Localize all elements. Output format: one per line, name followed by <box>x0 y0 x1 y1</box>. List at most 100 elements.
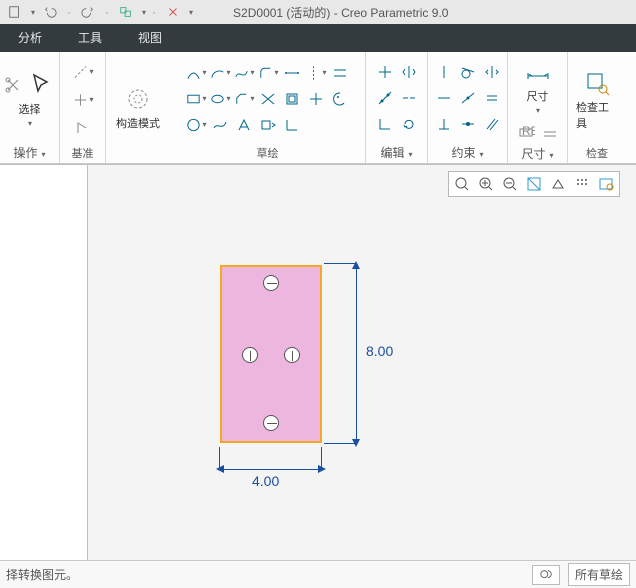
display-style-icon[interactable] <box>547 174 569 194</box>
sketch-tools-grid: ▾ ▾ ▾ ▾ ▾ ▾ ▾ ▾ ▾ <box>185 62 351 138</box>
trim-icon[interactable] <box>374 61 396 83</box>
ribbon: 选择 ▾ 操作 ▾ ▾ ▾ 基准 构造模式 ▾ ▾ ▾ <box>0 52 636 164</box>
inspect-label: 检查工具 <box>576 99 618 131</box>
symmetric-icon[interactable] <box>481 61 503 83</box>
separator: · <box>152 5 156 19</box>
ribbon-group-sketch: ▾ ▾ ▾ ▾ ▾ ▾ ▾ ▾ ▾ 草 <box>170 52 366 163</box>
perpendicular-icon[interactable] <box>433 113 455 135</box>
centerline2-icon[interactable]: ▾ <box>305 62 327 84</box>
dropdown-icon[interactable]: ▾ <box>31 8 35 17</box>
filter-dropdown[interactable]: 所有草绘 <box>568 563 630 586</box>
centerline-icon[interactable]: ▾ <box>72 61 94 83</box>
offset-icon[interactable] <box>329 62 351 84</box>
graphics-canvas[interactable]: 8.00 4.00 <box>88 164 636 560</box>
status-message: 择转换图元。 <box>6 566 78 583</box>
project-icon[interactable] <box>257 88 279 110</box>
menu-analysis[interactable]: 分析 <box>0 24 60 52</box>
work-area: 8.00 4.00 <box>0 164 636 560</box>
corner-icon[interactable] <box>374 113 396 135</box>
ribbon-group-edit: 编辑 ▾ <box>366 52 428 163</box>
sketch-circle-bottom[interactable] <box>263 415 279 431</box>
ribbon-group-operations: 选择 ▾ 操作 ▾ <box>0 52 60 163</box>
group-label-sketch: 草绘 <box>176 143 359 161</box>
equal-icon[interactable] <box>481 87 503 109</box>
zoom-fit-icon[interactable] <box>451 174 473 194</box>
spline-icon[interactable]: ▾ <box>233 62 255 84</box>
rectangle-icon[interactable]: ▾ <box>185 88 207 110</box>
ribbon-group-inspect: 检查工具 检查 <box>568 52 626 163</box>
dropdown-icon: ▾ <box>28 119 32 128</box>
sketch-circle-left[interactable] <box>242 347 258 363</box>
group-label-dim: 尺寸 <box>521 147 545 161</box>
tangent-icon[interactable] <box>457 61 479 83</box>
zoom-out-icon[interactable] <box>499 174 521 194</box>
ribbon-group-constrain: 约束 ▾ <box>428 52 508 163</box>
view-toolbar <box>448 171 620 197</box>
undo-icon[interactable] <box>39 1 61 23</box>
select-label-button[interactable]: 选择 ▾ <box>17 99 43 130</box>
divide-icon[interactable] <box>374 87 396 109</box>
find-button[interactable] <box>532 565 560 585</box>
spline2-icon[interactable] <box>209 114 231 136</box>
fillet-icon[interactable]: ▾ <box>257 62 279 84</box>
select-label: 选择 <box>19 101 41 117</box>
grid-icon[interactable] <box>571 174 593 194</box>
sketch-view-icon[interactable] <box>595 174 617 194</box>
coord2-icon[interactable] <box>281 114 303 136</box>
arc-icon[interactable]: ▾ <box>209 62 231 84</box>
dimension-button[interactable]: 尺寸▾ <box>522 56 554 117</box>
menu-tools[interactable]: 工具 <box>60 24 120 52</box>
select-button[interactable] <box>26 69 58 101</box>
status-bar: 择转换图元。 所有草绘 <box>0 560 636 588</box>
point-icon[interactable]: ▾ <box>72 89 94 111</box>
filter-label: 所有草绘 <box>575 566 623 583</box>
midpoint-icon[interactable] <box>457 87 479 109</box>
group-label-constrain: 约束 <box>451 146 475 160</box>
coord-icon[interactable] <box>72 117 94 139</box>
coincident-icon[interactable] <box>457 113 479 135</box>
close-icon[interactable] <box>162 1 184 23</box>
chamfer-icon[interactable]: ▾ <box>233 88 255 110</box>
quick-access-toolbar: ▾ · · ▾ · ▾ <box>4 1 193 23</box>
text-icon[interactable] <box>233 114 255 136</box>
dropdown-icon[interactable]: ▾ <box>189 8 193 17</box>
dimension-width-value[interactable]: 4.00 <box>252 473 279 489</box>
point2-icon[interactable] <box>305 88 327 110</box>
offset2-icon[interactable] <box>257 114 279 136</box>
construction-mode-button[interactable]: 构造模式 <box>114 83 162 133</box>
line-icon[interactable]: ▾ <box>185 62 207 84</box>
dropdown-icon[interactable]: ▾ <box>142 8 146 17</box>
delete-seg-icon[interactable] <box>398 87 420 109</box>
redo-icon[interactable] <box>77 1 99 23</box>
horizontal-icon[interactable] <box>433 87 455 109</box>
file-icon[interactable] <box>4 1 26 23</box>
slot-icon[interactable] <box>281 62 303 84</box>
mirror-icon[interactable] <box>398 61 420 83</box>
parallel-icon[interactable] <box>481 113 503 135</box>
sketch-circle-right[interactable] <box>284 347 300 363</box>
circle-icon[interactable]: ▾ <box>185 114 207 136</box>
inspect-button[interactable]: 检查工具 <box>574 67 620 133</box>
cut-icon[interactable] <box>2 74 24 96</box>
menu-view[interactable]: 视图 <box>120 24 180 52</box>
palette-icon[interactable] <box>329 88 351 110</box>
construction-mode-label: 构造模式 <box>116 115 160 131</box>
ribbon-group-dimension: 尺寸▾ REF 尺寸 ▾ <box>508 52 568 163</box>
separator: · <box>105 5 109 19</box>
repaint-icon[interactable] <box>523 174 545 194</box>
ref-dim-icon[interactable]: REF <box>515 121 537 143</box>
group-label-ops: 操作 <box>13 146 37 160</box>
sketch-circle-top[interactable] <box>263 275 279 291</box>
dimension-height-value[interactable]: 8.00 <box>366 343 393 359</box>
thicken-icon[interactable] <box>281 88 303 110</box>
group-label-datum: 基准 <box>66 143 99 161</box>
ellipse-icon[interactable]: ▾ <box>209 88 231 110</box>
dimension-label: 尺寸 <box>527 88 549 104</box>
window-icon[interactable] <box>115 1 137 23</box>
baseline-icon[interactable] <box>539 121 561 143</box>
vertical-icon[interactable] <box>433 61 455 83</box>
model-tree[interactable] <box>0 164 88 560</box>
zoom-in-icon[interactable] <box>475 174 497 194</box>
rotate-icon[interactable] <box>398 113 420 135</box>
ribbon-group-datum: ▾ ▾ 基准 <box>60 52 106 163</box>
